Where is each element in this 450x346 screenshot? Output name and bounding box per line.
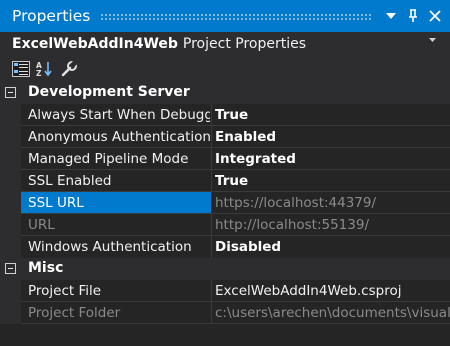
column-divider [211,214,212,236]
property-value[interactable]: Integrated [215,151,450,167]
property-name: SSL URL [28,195,84,211]
row-margin [0,302,21,324]
column-divider [211,302,212,324]
property-row-windows-auth[interactable]: Windows Authentication Disabled [0,236,450,258]
category-misc[interactable]: Misc [0,258,450,280]
property-row-url[interactable]: URL http://localhost:55139/ [0,214,450,236]
row-divider [21,323,450,324]
property-row-project-file[interactable]: Project File ExcelWebAddIn4Web.csproj [0,280,450,302]
property-value[interactable]: True [215,107,450,123]
close-icon [429,10,441,22]
chevron-down-icon [429,38,436,42]
column-divider [211,280,212,302]
property-row-ssl-enabled[interactable]: SSL Enabled True [0,170,450,192]
category-development-server[interactable]: Development Server [0,82,450,104]
row-margin [0,148,21,170]
categorized-button[interactable] [10,58,32,80]
column-divider [211,170,212,192]
property-row-ssl-url[interactable]: SSL URL https://localhost:44379/ [0,192,450,214]
chevron-down-icon [386,13,396,19]
property-row-anonymous-auth[interactable]: Anonymous Authentication Enabled [0,126,450,148]
title-drag-grip[interactable] [100,12,372,20]
property-pages-button[interactable] [58,58,80,80]
row-margin [0,104,21,126]
column-divider [211,148,212,170]
row-margin [0,170,21,192]
alphabetical-button[interactable]: A Z [34,58,56,80]
category-label: Development Server [28,84,190,100]
wrench-icon [61,59,78,76]
row-margin [0,214,21,236]
svg-text:Z: Z [36,69,42,77]
row-margin [0,236,21,258]
property-name: Windows Authentication [28,239,192,255]
properties-toolbar: A Z [0,55,450,82]
property-name: Anonymous Authentication [28,129,210,145]
property-value[interactable]: True [215,173,450,189]
window-menu-button[interactable] [380,4,402,28]
property-row-always-start[interactable]: Always Start When Debugging True [0,104,450,126]
property-name: Project File [28,283,102,299]
alphabetical-icon: A Z [36,61,52,77]
property-row-project-folder[interactable]: Project Folder c:\users\arechen\document… [0,302,450,324]
row-margin [0,192,21,214]
property-value[interactable]: Enabled [215,129,450,145]
property-name: Always Start When Debugging [28,107,210,123]
property-name: Managed Pipeline Mode [28,151,189,167]
property-value[interactable]: http://localhost:55139/ [215,217,450,233]
column-divider [211,236,212,258]
column-divider [211,126,212,148]
property-value[interactable]: https://localhost:44379/ [215,195,450,211]
collapse-toggle-icon[interactable] [5,263,16,274]
category-label: Misc [28,260,64,276]
property-value[interactable]: c:\users\arechen\documents\visual [215,305,450,321]
property-row-pipeline-mode[interactable]: Managed Pipeline Mode Integrated [0,148,450,170]
property-name: SSL Enabled [28,173,112,189]
window-title: Properties [12,7,91,25]
column-divider [211,104,212,126]
row-margin [0,280,21,302]
object-selector[interactable]: ExcelWebAddIn4Web Project Properties [0,32,450,55]
object-type: Project Properties [182,35,307,52]
property-value[interactable]: ExcelWebAddIn4Web.csproj [215,283,450,299]
properties-title-bar: Properties [0,0,450,32]
row-margin [0,126,21,148]
object-name: ExcelWebAddIn4Web [12,35,178,52]
pin-icon [409,9,417,22]
categorized-icon [12,60,30,77]
property-name: URL [28,217,55,233]
close-button[interactable] [424,4,446,28]
pin-button[interactable] [402,4,424,28]
property-value[interactable]: Disabled [215,239,450,255]
property-name: Project Folder [28,305,121,321]
property-grid: Development Server Always Start When Deb… [0,82,450,346]
collapse-toggle-icon[interactable] [5,87,16,98]
